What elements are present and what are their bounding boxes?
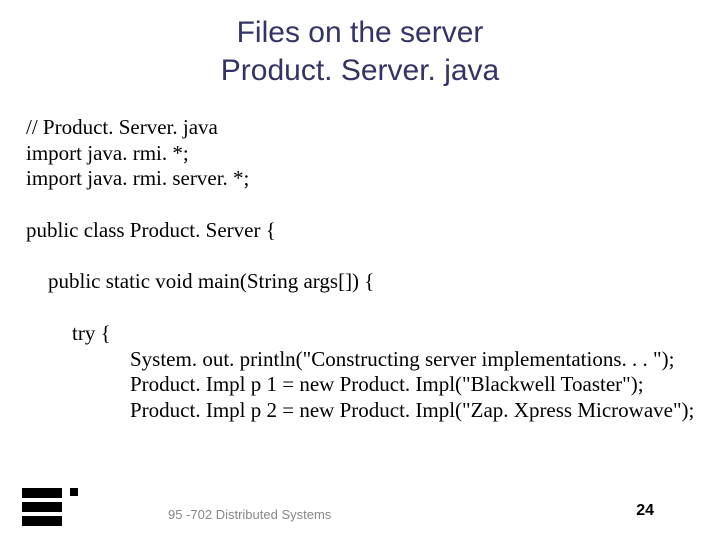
code-line: public static void main(String args[]) { — [26, 269, 720, 295]
code-line: Product. Impl p 1 = new Product. Impl("B… — [26, 372, 720, 398]
code-line: import java. rmi. server. *; — [26, 166, 720, 192]
code-line: System. out. println("Constructing serve… — [26, 347, 720, 373]
slide-title: Files on the server Product. Server. jav… — [0, 0, 720, 89]
page-number: 24 — [636, 502, 654, 520]
slide: Files on the server Product. Server. jav… — [0, 0, 720, 540]
title-line-2: Product. Server. java — [0, 52, 720, 90]
footer-course-text: 95 -702 Distributed Systems — [168, 507, 331, 522]
code-line: import java. rmi. *; — [26, 141, 720, 167]
code-line: try { — [26, 321, 720, 347]
code-line: Product. Impl p 2 = new Product. Impl("Z… — [26, 398, 720, 424]
code-line: // Product. Server. java — [26, 115, 720, 141]
code-block: // Product. Server. java import java. rm… — [26, 115, 720, 423]
code-line: public class Product. Server { — [26, 218, 720, 244]
title-line-1: Files on the server — [0, 14, 720, 52]
cmu-logo-icon — [22, 484, 86, 526]
